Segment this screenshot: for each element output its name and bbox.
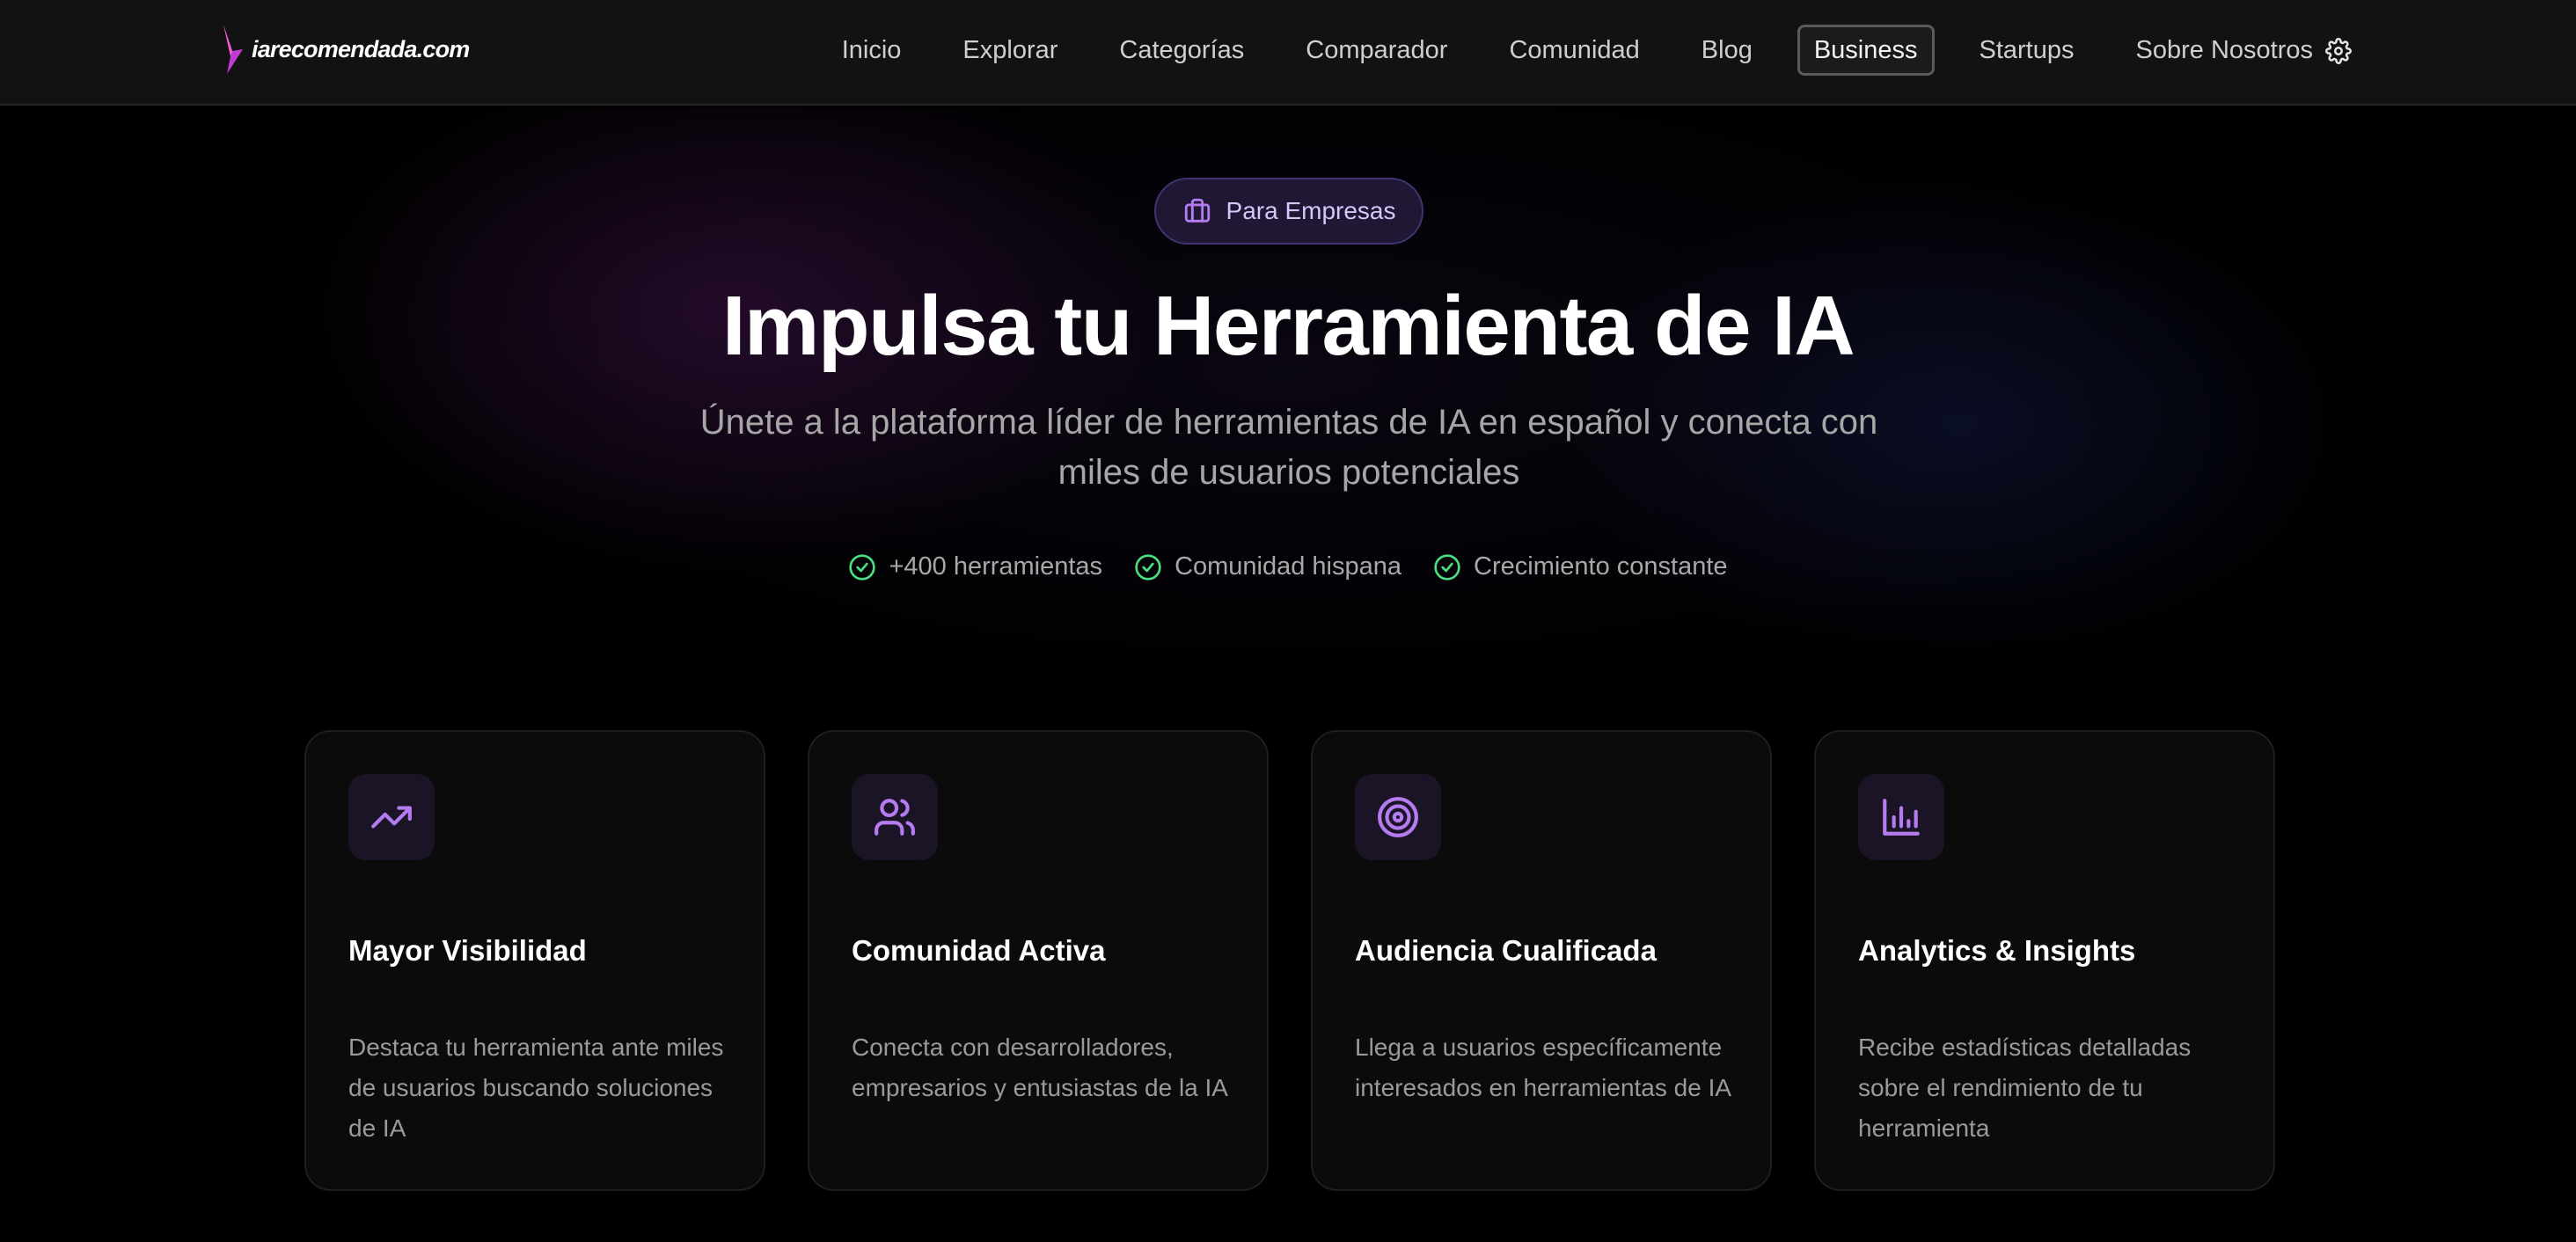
hero-feature-label: +400 herramientas [889, 552, 1103, 581]
target-icon [1378, 797, 1418, 837]
card-title: Mayor Visibilidad [348, 934, 587, 967]
check-circle-icon [1135, 553, 1161, 581]
benefits-cards: Mayor Visibilidad Destaca tu herramienta… [304, 730, 2275, 1191]
hero-title: Impulsa tu Herramienta de IA [721, 279, 1855, 373]
benefit-card-analytics: Analytics & Insights Recibe estadísticas… [1814, 730, 2275, 1191]
gear-icon [2325, 38, 2352, 64]
card-description: Recibe estadísticas detalladas sobre el … [1858, 1034, 2192, 1142]
badge-label: Para Empresas [1226, 197, 1396, 224]
nav-link-explorar[interactable]: Explorar [946, 25, 1074, 76]
briefcase-icon [1184, 198, 1210, 223]
card-icon-container [1355, 774, 1441, 860]
card-icon-container [1858, 774, 1944, 860]
bar-chart-icon [1883, 799, 1920, 836]
trending-up-icon [371, 806, 412, 829]
check-circle-icon [1434, 553, 1460, 581]
hero-feature-label: Crecimiento constante [1474, 552, 1728, 581]
hero-feature-tools: +400 herramientas [848, 552, 1102, 581]
nav-link-business[interactable]: Business [1797, 25, 1935, 76]
benefit-card-visibility: Mayor Visibilidad Destaca tu herramienta… [304, 730, 765, 1191]
benefit-card-audience: Audiencia Cualificada Llega a usuarios e… [1311, 730, 1772, 1191]
nav-link-categorias[interactable]: Categorías [1102, 25, 1261, 76]
hero-subtitle: Únete a la plataforma líder de herramien… [699, 403, 1878, 492]
hero-features: +400 herramientas Comunidad hispana Crec… [0, 552, 2576, 581]
nav-link-startups[interactable]: Startups [1963, 25, 2091, 76]
benefit-card-community: Comunidad Activa Conecta con desarrollad… [808, 730, 1269, 1191]
nav-link-comunidad[interactable]: Comunidad [1492, 25, 1656, 76]
main-nav: Inicio Explorar Categorías Comparador Co… [797, 23, 2330, 77]
card-description: Destaca tu herramienta ante miles de usu… [348, 1034, 724, 1142]
hero-feature-growth: Crecimiento constante [1433, 552, 1728, 581]
check-circle-icon [849, 553, 876, 581]
hero-feature-label: Comunidad hispana [1175, 552, 1402, 581]
card-title: Comunidad Activa [852, 934, 1106, 967]
card-description: Conecta con desarrolladores, empresarios… [852, 1034, 1228, 1101]
logo-link[interactable]: iarecomendada.com [218, 23, 470, 76]
card-title: Analytics & Insights [1858, 934, 2136, 967]
card-icon-container [348, 774, 435, 860]
nav-link-inicio[interactable]: Inicio [825, 25, 918, 76]
para-empresas-badge: Para Empresas [1154, 178, 1423, 245]
users-icon [875, 799, 915, 836]
card-icon-container [852, 774, 938, 860]
card-description: Llega a usuarios específicamente interes… [1355, 1034, 1732, 1101]
logo-icon [223, 25, 243, 74]
nav-link-blog[interactable]: Blog [1685, 25, 1769, 76]
settings-button[interactable] [2321, 33, 2356, 69]
nav-link-comparador[interactable]: Comparador [1289, 25, 1464, 76]
top-navbar: iarecomendada.com Inicio Explorar Catego… [0, 0, 2576, 106]
logo-text: iarecomendada.com [252, 35, 470, 62]
card-title: Audiencia Cualificada [1355, 934, 1657, 967]
nav-link-sobre-nosotros[interactable]: Sobre Nosotros [2119, 25, 2331, 76]
hero-feature-community: Comunidad hispana [1134, 552, 1401, 581]
